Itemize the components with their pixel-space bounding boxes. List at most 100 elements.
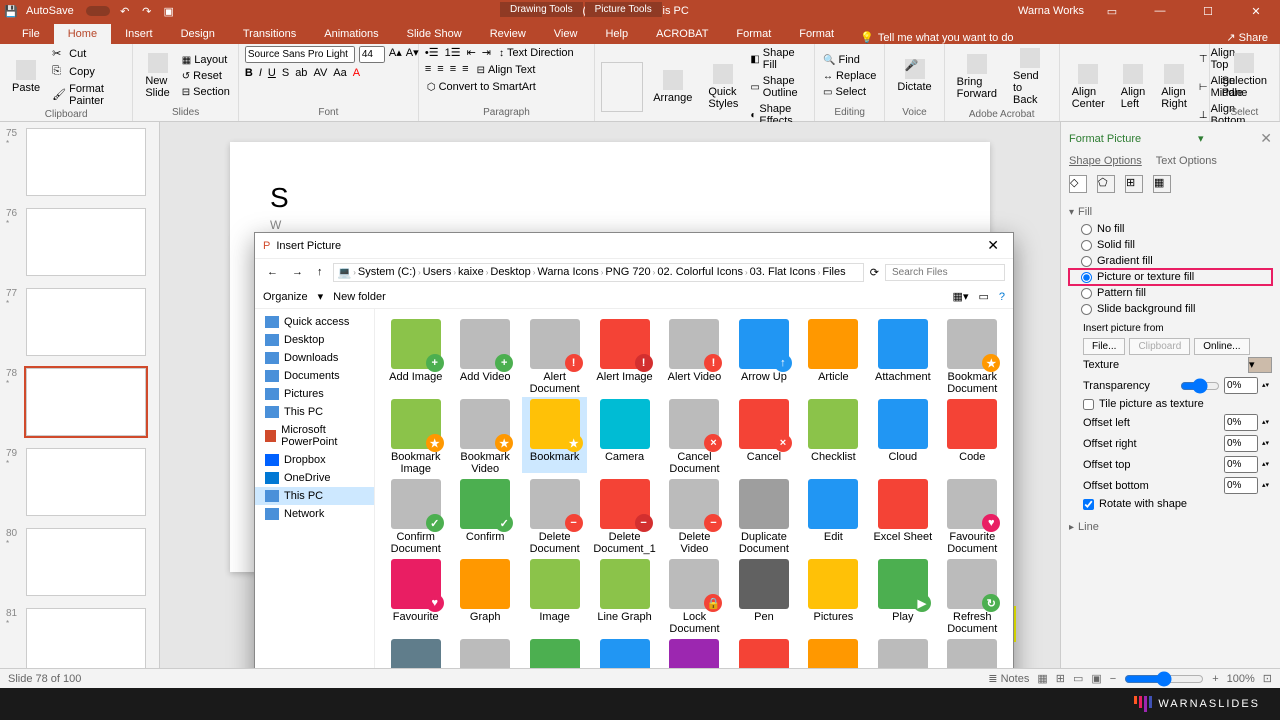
font-size-input[interactable]	[359, 46, 385, 63]
slide-thumbnail[interactable]: 81*	[6, 608, 153, 668]
view-options-icon[interactable]: ▦▾	[953, 290, 969, 303]
file-item[interactable]: Camera	[591, 397, 657, 473]
file-item[interactable]: Graph	[452, 557, 517, 633]
sidebar-item[interactable]: OneDrive	[255, 469, 374, 487]
zoom-out-icon[interactable]: −	[1110, 673, 1116, 685]
sidebar-item[interactable]: This PC	[255, 403, 374, 421]
tab-insert[interactable]: Insert	[111, 24, 167, 44]
file-item[interactable]: ⚙	[591, 637, 657, 668]
file-item[interactable]: ★Bookmark Document	[940, 317, 1005, 393]
breadcrumb[interactable]: 💻›System (C:)›Users›kaixe›Desktop›Warna …	[333, 263, 864, 282]
save-icon[interactable]: 💾	[4, 4, 18, 18]
file-item[interactable]: Pen	[731, 557, 796, 633]
file-item[interactable]	[522, 637, 587, 668]
spacing-button[interactable]: AV	[313, 67, 327, 79]
sidebar-item[interactable]: Pictures	[255, 385, 374, 403]
justify-button[interactable]: ≡	[462, 63, 468, 77]
text-options-tab[interactable]: Text Options	[1156, 155, 1217, 167]
sidebar-item[interactable]: Microsoft PowerPoint	[255, 421, 374, 451]
fill-line-icon[interactable]: ◇	[1069, 175, 1087, 193]
breadcrumb-item[interactable]: kaixe	[458, 266, 484, 278]
sidebar-item[interactable]: Dropbox	[255, 451, 374, 469]
file-item[interactable]	[662, 637, 727, 668]
align-left-btn[interactable]: Align Left	[1115, 62, 1151, 112]
breadcrumb-item[interactable]: Users	[423, 266, 452, 278]
slide-thumbnail[interactable]: 80*	[6, 528, 153, 596]
find-button[interactable]: 🔍 Find	[821, 53, 878, 67]
align-right-button[interactable]: ≡	[450, 63, 456, 77]
dictate-button[interactable]: 🎤Dictate	[891, 57, 937, 95]
shape-fill-button[interactable]: ◧ Shape Fill	[748, 46, 808, 72]
breadcrumb-item[interactable]: 02. Colorful Icons	[657, 266, 743, 278]
align-center-button[interactable]: ≡	[437, 63, 443, 77]
transparency-stepper[interactable]: ▴▾	[1262, 383, 1272, 388]
file-item[interactable]: Attachment	[870, 317, 935, 393]
file-item[interactable]: ↑Arrow Up	[731, 317, 796, 393]
file-item[interactable]: −Delete Video	[662, 477, 727, 553]
sidebar-item[interactable]: Network	[255, 505, 374, 523]
panel-menu-icon[interactable]: ▾	[1198, 132, 1204, 145]
close-panel-icon[interactable]: ✕	[1260, 130, 1272, 147]
reading-view-icon[interactable]: ▭	[1073, 672, 1083, 685]
slide-thumbnail[interactable]: 78*	[6, 368, 153, 436]
bring-forward-button[interactable]: Bring Forward	[951, 52, 1003, 102]
online-button[interactable]: Online...	[1194, 338, 1249, 355]
file-item[interactable]: Checklist	[801, 397, 866, 473]
organize-button[interactable]: Organize	[263, 291, 308, 303]
effects-icon[interactable]: ⬠	[1097, 175, 1115, 193]
gradient-fill-radio[interactable]: Gradient fill	[1069, 253, 1272, 269]
file-item[interactable]: Line Graph	[591, 557, 657, 633]
align-center-btn[interactable]: Align Center	[1066, 62, 1111, 112]
sorter-view-icon[interactable]: ⊞	[1056, 672, 1065, 685]
tab-slideshow[interactable]: Slide Show	[393, 24, 476, 44]
file-item[interactable]	[452, 637, 517, 668]
file-item[interactable]: ↑	[940, 637, 1005, 668]
slide-thumbnails-panel[interactable]: 75*76*77*78*79*80*81*82*	[0, 122, 160, 668]
file-item[interactable]: Duplicate Document	[731, 477, 796, 553]
sidebar-item[interactable]: Documents	[255, 367, 374, 385]
file-item[interactable]: ★Bookmark	[522, 397, 587, 473]
clipboard-button[interactable]: Clipboard	[1129, 338, 1190, 355]
file-item[interactable]: Edit	[801, 477, 866, 553]
file-item[interactable]: Pictures	[801, 557, 866, 633]
file-item[interactable]: −Delete Document	[522, 477, 587, 553]
selection-pane-button[interactable]: Selection Pane	[1216, 51, 1273, 101]
minimize-icon[interactable]: —	[1140, 5, 1180, 17]
notes-button[interactable]: ≣ Notes	[988, 672, 1029, 685]
file-item[interactable]: ×Cancel Document	[662, 397, 727, 473]
file-item[interactable]: ▶Play	[870, 557, 935, 633]
slide-thumbnail[interactable]: 75*	[6, 128, 153, 196]
shadow-button[interactable]: ab	[295, 67, 307, 79]
slide-bg-fill-radio[interactable]: Slide background fill	[1069, 301, 1272, 317]
tab-design[interactable]: Design	[167, 24, 229, 44]
breadcrumb-item[interactable]: Warna Icons	[537, 266, 598, 278]
align-left-button[interactable]: ≡	[425, 63, 431, 77]
offset-top-input[interactable]	[1224, 456, 1258, 473]
user-name[interactable]: Warna Works	[1018, 5, 1084, 17]
zoom-in-icon[interactable]: +	[1212, 673, 1218, 685]
tab-transitions[interactable]: Transitions	[229, 24, 310, 44]
folder-tree[interactable]: Quick accessDesktopDownloadsDocumentsPic…	[255, 309, 375, 668]
smartart-button[interactable]: ⬡ Convert to SmartArt	[425, 80, 538, 94]
tab-format-picture[interactable]: Format	[785, 24, 848, 44]
transparency-input[interactable]	[1224, 377, 1258, 394]
line-section-toggle[interactable]: ▸ Line	[1069, 518, 1272, 536]
file-item[interactable]: Code	[940, 397, 1005, 473]
tab-file[interactable]: File	[8, 24, 54, 44]
file-item[interactable]: +Add Image	[383, 317, 448, 393]
file-item[interactable]: ★Bookmark Video	[452, 397, 517, 473]
numbering-button[interactable]: 1☰	[445, 46, 461, 60]
new-folder-button[interactable]: New folder	[333, 291, 386, 303]
file-item[interactable]: ↻Refresh Document	[940, 557, 1005, 633]
refresh-icon[interactable]: ⟳	[870, 266, 879, 279]
indent-inc-button[interactable]: ⇥	[482, 46, 491, 60]
sidebar-item[interactable]: Downloads	[255, 349, 374, 367]
offset-right-input[interactable]	[1224, 435, 1258, 452]
zoom-level[interactable]: 100%	[1227, 673, 1255, 685]
tab-help[interactable]: Help	[591, 24, 642, 44]
breadcrumb-item[interactable]: Desktop	[490, 266, 530, 278]
file-item[interactable]: !Alert Document	[522, 317, 587, 393]
rotate-checkbox[interactable]: Rotate with shape	[1069, 496, 1272, 512]
tab-home[interactable]: Home	[54, 24, 111, 44]
file-item[interactable]: Excel Sheet	[870, 477, 935, 553]
